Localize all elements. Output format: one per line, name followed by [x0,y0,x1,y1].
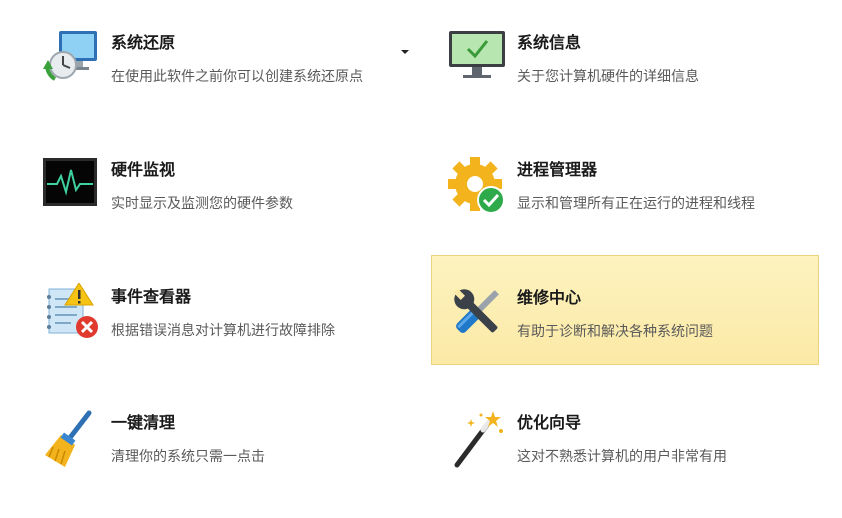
heartbeat-monitor-icon [41,156,101,216]
tool-title: 系统信息 [517,33,582,52]
tool-system-info[interactable]: 系统信息 关于您计算机硬件的详细信息 [440,28,828,138]
tool-description: 这对不熟悉计算机的用户非常有用 [517,449,727,465]
tool-one-click-clean[interactable]: 一键清理 清理你的系统只需一点击 [34,408,422,518]
system-restore-icon [41,29,101,89]
event-log-error-icon [41,282,101,343]
tool-optimization-wizard[interactable]: 优化向导 这对不熟悉计算机的用户非常有用 [440,408,828,518]
tool-event-viewer[interactable]: 事件查看器 根据错误消息对计算机进行故障排除 [34,282,422,392]
tool-system-restore[interactable]: 系统还原 在使用此软件之前你可以创建系统还原点 [34,28,422,138]
tool-description: 有助于诊断和解决各种系统问题 [517,324,713,340]
tool-title: 维修中心 [517,288,582,307]
tool-description: 关于您计算机硬件的详细信息 [517,69,699,85]
tool-process-manager[interactable]: 进程管理器 显示和管理所有正在运行的进程和线程 [440,155,828,265]
tool-description: 在使用此软件之前你可以创建系统还原点 [111,69,363,85]
tool-description: 清理你的系统只需一点击 [111,449,265,465]
broom-icon [41,409,101,469]
gear-check-icon [447,156,507,216]
chevron-down-icon[interactable] [401,50,409,54]
tool-title: 优化向导 [517,413,582,432]
tool-title: 系统还原 [111,33,176,52]
magic-wand-icon [447,409,507,469]
wrench-screwdriver-icon [447,282,507,342]
tool-description: 根据错误消息对计算机进行故障排除 [111,323,335,339]
tool-title: 事件查看器 [111,287,192,306]
tool-title: 进程管理器 [517,160,598,179]
tool-description: 显示和管理所有正在运行的进程和线程 [517,196,755,212]
tool-repair-center[interactable]: 维修中心 有助于诊断和解决各种系统问题 [431,255,819,365]
tool-description: 实时显示及监测您的硬件参数 [111,196,293,212]
tool-title: 硬件监视 [111,160,176,179]
tool-title: 一键清理 [111,413,176,432]
monitor-check-icon [447,29,507,89]
tool-hardware-monitor[interactable]: 硬件监视 实时显示及监测您的硬件参数 [34,155,422,265]
